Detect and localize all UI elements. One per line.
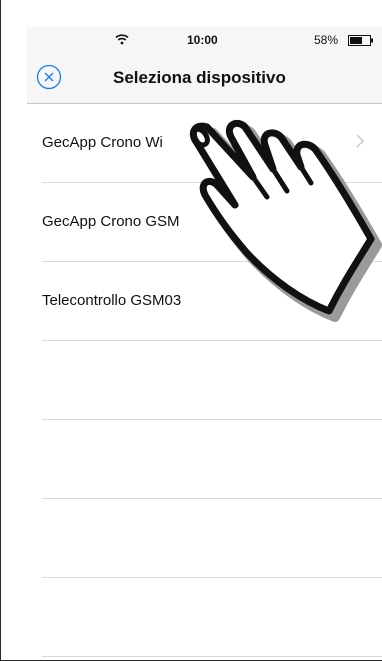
wifi-icon (115, 34, 129, 45)
list-item-empty (42, 499, 382, 578)
device-frame-left-edge (0, 0, 1, 661)
app-screen: 10:00 58% Seleziona dispositivo GecApp C… (0, 0, 382, 661)
page-title: Seleziona dispositivo (113, 68, 286, 87)
list-item-empty (42, 341, 382, 420)
list-item-empty (42, 578, 382, 657)
list-item-empty (42, 420, 382, 499)
status-bar: 10:00 58% (27, 27, 382, 57)
top-area: 10:00 58% Seleziona dispositivo (27, 27, 382, 104)
navigation-bar: Seleziona dispositivo (27, 57, 382, 103)
battery-percent: 58% (314, 33, 339, 47)
list-item-label: GecApp Crono GSM (42, 213, 180, 230)
close-circle-icon[interactable] (36, 64, 62, 90)
list-item-label: Telecontrollo GSM03 (42, 292, 182, 309)
list-item-label: GecApp Crono Wi (42, 134, 163, 151)
status-time: 10:00 (187, 33, 218, 47)
battery-icon (348, 35, 373, 46)
pointing-hand-icon (189, 119, 382, 322)
